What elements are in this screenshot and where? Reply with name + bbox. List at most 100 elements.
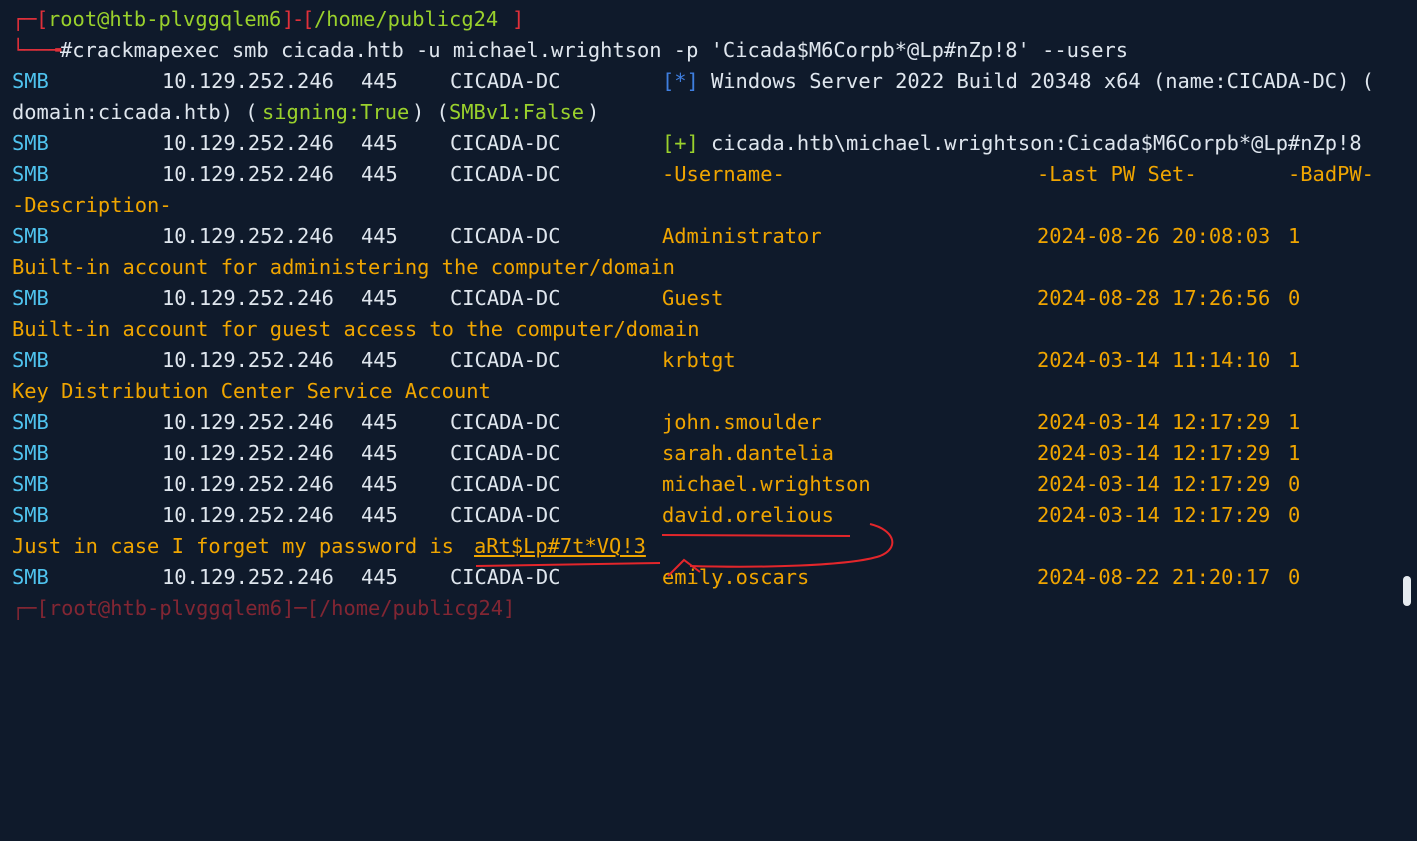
port: 445 <box>361 131 398 155</box>
bad-pw-count: 1 <box>1288 410 1301 434</box>
user-description: Built-in account for administering the c… <box>0 252 675 283</box>
port: 445 <box>361 224 398 248</box>
header-badpw: -BadPW- <box>1288 162 1374 186</box>
port: 445 <box>361 286 398 310</box>
user-row: SMB 10.129.252.246 445 CICADA-DC john.sm… <box>0 407 1300 438</box>
username: krbtgt <box>662 348 736 372</box>
command-text: #crackmapexec smb cicada.htb -u michael.… <box>60 38 1129 62</box>
smb-tag: SMB <box>12 410 49 434</box>
user-row: SMB 10.129.252.246 445 CICADA-DC emily.o… <box>0 562 1300 593</box>
smb-tag: SMB <box>12 565 49 589</box>
last-pw-set: 2024-08-28 17:26:56 <box>1037 286 1271 310</box>
smb-tag: SMB <box>12 224 49 248</box>
output-row-auth: SMB 10.129.252.246 445 CICADA-DC [+] cic… <box>0 128 1362 159</box>
ip-address: 10.129.252.246 <box>162 224 334 248</box>
description-text: Built-in account for administering the c… <box>12 255 675 279</box>
port: 445 <box>361 410 398 434</box>
prompt-line: ┌─ [ root@htb-plvggqlem6 ] - [ /home/pub… <box>0 4 524 35</box>
scrollbar-thumb[interactable] <box>1403 576 1411 606</box>
signing-flag: signing:True <box>262 100 410 124</box>
prompt-corner-top: ┌─ <box>12 7 37 31</box>
username-highlighted: david.orelious <box>662 503 834 527</box>
smb-tag: SMB <box>12 441 49 465</box>
leaked-password: aRt$Lp#7t*VQ!3 <box>474 534 646 558</box>
ip-address: 10.129.252.246 <box>162 565 334 589</box>
user-description: Key Distribution Center Service Account <box>0 376 491 407</box>
bad-pw-count: 1 <box>1288 441 1301 465</box>
prompt-bracket-open: [ <box>36 7 49 31</box>
description-text: Built-in account for guest access to the… <box>12 317 700 341</box>
hostname: CICADA-DC <box>450 410 561 434</box>
smb-tag: SMB <box>12 472 49 496</box>
auth-text: cicada.htb\michael.wrightson:Cicada$M6Co… <box>711 131 1362 155</box>
user-row: SMB 10.129.252.246 445 CICADA-DC Guest 2… <box>0 283 1300 314</box>
ip-address: 10.129.252.246 <box>162 348 334 372</box>
info-cont-a: domain:cicada.htb) ( <box>12 100 258 124</box>
smbv1-flag: SMBv1:False <box>449 100 585 124</box>
ip-address: 10.129.252.246 <box>162 410 334 434</box>
hostname: CICADA-DC <box>450 503 561 527</box>
command-line: └──╼ #crackmapexec smb cicada.htb -u mic… <box>0 35 1128 66</box>
output-row-header-cont: -Description- <box>0 190 172 221</box>
port: 445 <box>361 441 398 465</box>
bad-pw-count: 0 <box>1288 565 1301 589</box>
ip-address: 10.129.252.246 <box>162 472 334 496</box>
last-pw-set: 2024-03-14 12:17:29 <box>1037 503 1271 527</box>
last-pw-set: 2024-03-14 12:17:29 <box>1037 441 1271 465</box>
ip-address: 10.129.252.246 <box>162 69 334 93</box>
hostname: CICADA-DC <box>450 69 561 93</box>
username: emily.oscars <box>662 565 810 589</box>
success-marker: [+] <box>662 131 699 155</box>
user-row: SMB 10.129.252.246 445 CICADA-DC Adminis… <box>0 221 1300 252</box>
port: 445 <box>361 348 398 372</box>
hostname: CICADA-DC <box>450 224 561 248</box>
description-text: Just in case I forget my password is <box>12 534 467 558</box>
smb-tag: SMB <box>12 286 49 310</box>
header-description: -Description- <box>12 193 172 217</box>
bad-pw-count: 0 <box>1288 503 1301 527</box>
hostname: CICADA-DC <box>450 441 561 465</box>
user-description: Just in case I forget my password is aRt… <box>0 531 646 562</box>
prompt-bracket-close-2: ] <box>512 7 525 31</box>
header-username: -Username- <box>662 162 785 186</box>
port: 445 <box>361 162 398 186</box>
last-pw-set: 2024-03-14 12:17:29 <box>1037 410 1271 434</box>
output-row-info: SMB 10.129.252.246 445 CICADA-DC [*] Win… <box>0 66 1374 97</box>
username: Guest <box>662 286 724 310</box>
user-row: SMB 10.129.252.246 445 CICADA-DC michael… <box>0 469 1300 500</box>
last-pw-set: 2024-03-14 11:14:10 <box>1037 348 1271 372</box>
ip-address: 10.129.252.246 <box>162 286 334 310</box>
bad-pw-count: 1 <box>1288 348 1301 372</box>
port: 445 <box>361 565 398 589</box>
hostname: CICADA-DC <box>450 472 561 496</box>
prompt-path: /home/publicg24 <box>314 7 499 31</box>
smb-tag: SMB <box>12 503 49 527</box>
smb-tag: SMB <box>12 348 49 372</box>
prompt-bracket-open-2: [ <box>302 7 315 31</box>
info-text: Windows Server 2022 Build 20348 x64 (nam… <box>711 69 1374 93</box>
info-cont-b: ) ( <box>412 100 449 124</box>
ip-address: 10.129.252.246 <box>162 503 334 527</box>
ip-address: 10.129.252.246 <box>162 131 334 155</box>
info-marker: [*] <box>662 69 699 93</box>
next-prompt-partial: ┌─[root@htb-plvggqlem6]─[/home/publicg24… <box>0 593 515 624</box>
user-row: SMB 10.129.252.246 445 CICADA-DC sarah.d… <box>0 438 1300 469</box>
next-prompt-text: ┌─[root@htb-plvggqlem6]─[/home/publicg24… <box>12 596 516 620</box>
username: michael.wrightson <box>662 472 871 496</box>
ip-address: 10.129.252.246 <box>162 162 334 186</box>
hostname: CICADA-DC <box>450 131 561 155</box>
user-description: Built-in account for guest access to the… <box>0 314 699 345</box>
username: Administrator <box>662 224 822 248</box>
hostname: CICADA-DC <box>450 286 561 310</box>
port: 445 <box>361 69 398 93</box>
description-text: Key Distribution Center Service Account <box>12 379 491 403</box>
header-last-pw-set: -Last PW Set- <box>1037 162 1197 186</box>
last-pw-set: 2024-08-22 21:20:17 <box>1037 565 1271 589</box>
smb-tag: SMB <box>12 162 49 186</box>
output-row-header: SMB 10.129.252.246 445 CICADA-DC -Userna… <box>0 159 1374 190</box>
output-row-info-cont: domain:cicada.htb) ( signing:True ) ( SM… <box>0 97 599 128</box>
bad-pw-count: 0 <box>1288 286 1301 310</box>
prompt-corner-bottom: └──╼ <box>12 38 62 62</box>
terminal-window[interactable]: ┌─ [ root@htb-plvggqlem6 ] - [ /home/pub… <box>0 0 1417 620</box>
bad-pw-count: 0 <box>1288 472 1301 496</box>
